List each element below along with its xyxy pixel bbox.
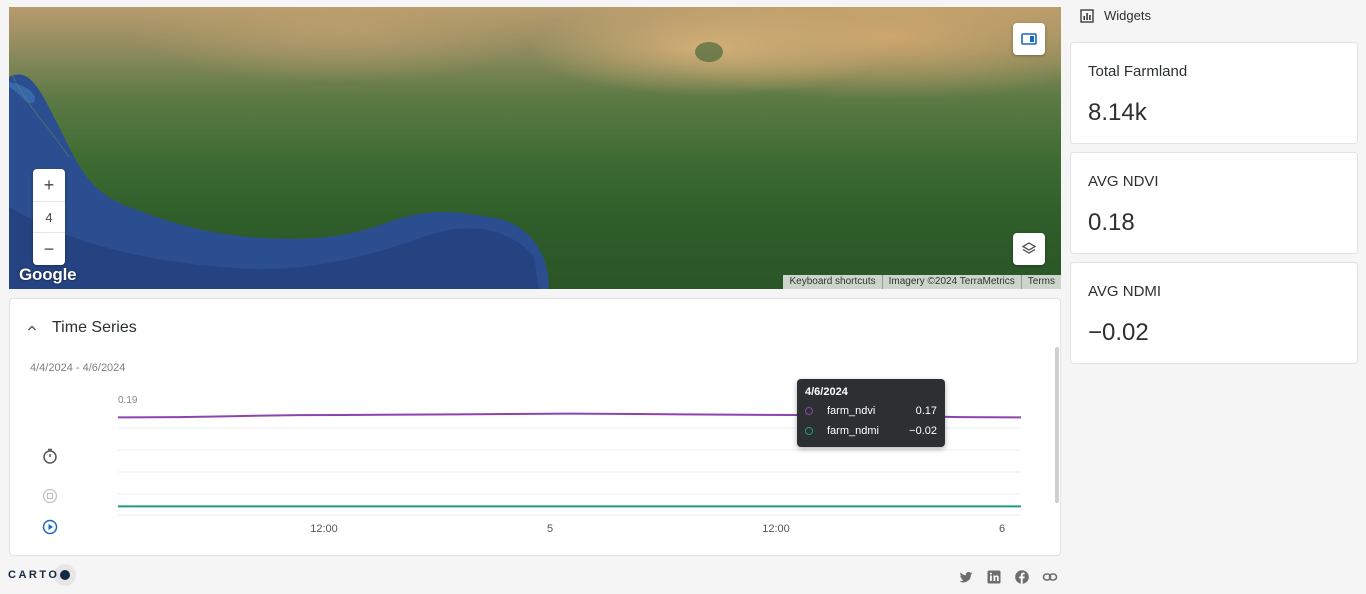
zoom-level: 4 [33,201,65,233]
panel-toggle-button[interactable] [1013,23,1045,55]
widget-card-avg-ndmi: AVG NDMI −0.02 [1070,262,1358,364]
zoom-in-button[interactable]: + [33,169,65,201]
widget-title: Total Farmland [1088,63,1188,80]
map-attribution: Keyboard shortcuts Imagery ©2024 TerraMe… [783,275,1061,289]
tooltip-series-value: −0.02 [909,425,937,437]
map-imagery [9,42,723,289]
tooltip-series-name: farm_ndmi [827,425,879,437]
scrollbar[interactable] [1055,347,1059,503]
widgets-header: Widgets [1080,8,1151,23]
time-series-panel: Time Series 4/4/2024 - 4/6/2024 0.19 12:… [9,298,1061,556]
facebook-icon[interactable] [1014,569,1030,585]
tooltip-row: farm_ndvi 0.17 [805,405,937,417]
zoom-out-button[interactable]: − [33,233,65,265]
map-view[interactable]: + 4 − Google Keyboard shortcuts Imagery … [9,7,1061,289]
link-icon[interactable] [1042,569,1058,585]
series-marker-icon [805,427,813,435]
carto-logo[interactable]: CARTO [8,569,71,581]
widget-value: 0.18 [1088,209,1135,236]
x-tick-label: 5 [547,523,553,535]
widget-card-total-farmland: Total Farmland 8.14k [1070,42,1358,144]
tooltip-series-value: 0.17 [915,405,937,417]
google-logo: Google [19,265,77,284]
widget-title: AVG NDVI [1088,173,1159,190]
tooltip-row: farm_ndmi −0.02 [805,425,937,437]
brand-text: CARTO [8,569,60,581]
tooltip-date: 4/6/2024 [805,386,848,398]
x-axis: 12:00 5 12:00 6 [310,523,1005,535]
layers-button[interactable] [1013,233,1045,265]
widget-value: 8.14k [1088,99,1147,126]
zoom-control: + 4 − [33,169,65,265]
y-axis: 0.19 [118,395,138,406]
widgets-title: Widgets [1104,8,1151,23]
series-marker-icon [805,407,813,415]
x-tick-label: 12:00 [310,523,338,535]
x-tick-label: 12:00 [762,523,790,535]
chart-tooltip: 4/6/2024 farm_ndvi 0.17 farm_ndmi −0.02 [797,379,945,447]
x-tick-label: 6 [999,523,1005,535]
linkedin-icon[interactable] [986,569,1002,585]
brand-dot-icon [60,570,71,580]
widget-title: AVG NDMI [1088,283,1162,300]
y-tick-label: 0.19 [118,395,138,406]
keyboard-shortcuts-link[interactable]: Keyboard shortcuts [783,275,881,289]
tooltip-series-name: farm_ndvi [827,405,876,417]
bar-chart-icon [1080,8,1094,23]
twitter-icon[interactable] [958,569,974,585]
layers-icon [1021,242,1037,254]
widget-value: −0.02 [1088,319,1149,346]
widget-card-avg-ndvi: AVG NDVI 0.18 [1070,152,1358,254]
imagery-credit: Imagery ©2024 TerraMetrics [881,275,1021,289]
sidebar-panel-icon [1021,33,1037,45]
terms-link[interactable]: Terms [1020,275,1061,289]
